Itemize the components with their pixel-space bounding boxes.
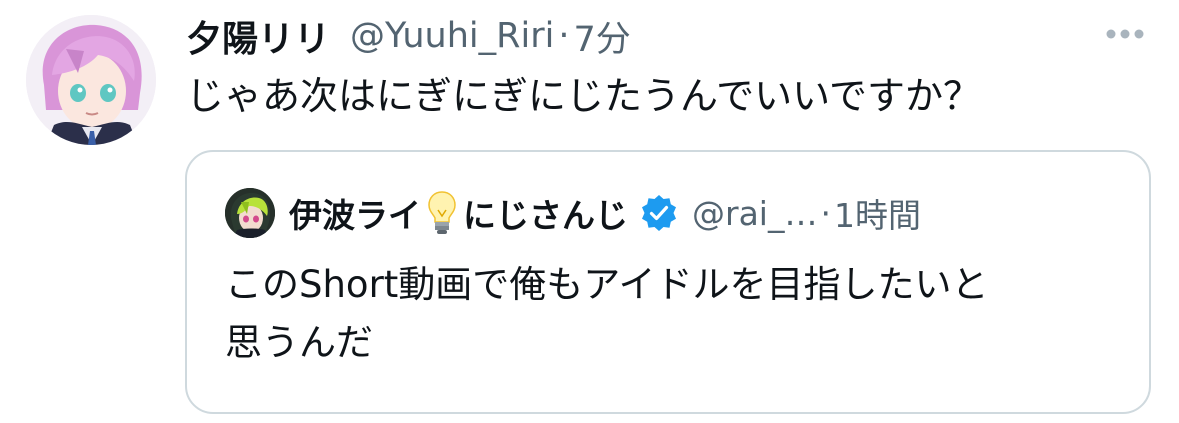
timestamp[interactable]: 7分 <box>573 11 630 62</box>
user-handle[interactable]: @Yuuhi_Riri <box>350 16 554 56</box>
quoted-user-avatar[interactable] <box>225 188 275 238</box>
user-avatar[interactable] <box>26 15 156 145</box>
quoted-separator-dot: · <box>820 193 831 233</box>
quoted-timestamp[interactable]: 1時間 <box>834 189 921 237</box>
avatar-green-hair-icon <box>225 188 275 238</box>
quoted-tweet-header: 伊波ライ にじさんじ @rai_… · 1時間 <box>289 188 921 238</box>
quoted-display-name[interactable]: 伊波ライ <box>289 189 421 237</box>
quoted-display-name-suffix[interactable]: にじさんじ <box>463 189 628 237</box>
quoted-user-handle[interactable]: @rai_… <box>692 194 817 233</box>
verified-badge-icon <box>640 194 678 232</box>
quoted-tweet-text: このShort動画で俺もアイドルを目指したいと 思うんだ <box>225 256 1105 372</box>
display-name[interactable]: 夕陽リリ <box>186 10 330 62</box>
more-horizontal-icon[interactable] <box>1103 26 1147 42</box>
separator-dot: · <box>558 16 570 56</box>
lightbulb-icon <box>427 190 457 236</box>
quoted-text-line: このShort動画で俺もアイドルを目指したいと <box>225 263 989 306</box>
quoted-tweet-card[interactable]: 伊波ライ にじさんじ @rai_… · 1時間 このShort動画で俺もアイドル… <box>185 150 1151 414</box>
tweet-header: 夕陽リリ @Yuuhi_Riri · 7分 <box>186 10 631 62</box>
tweet-text: じゃあ次はにぎにぎにじたうんでいいですか？ <box>186 74 981 118</box>
tweet[interactable]: 夕陽リリ @Yuuhi_Riri · 7分 じゃあ次はにぎにぎにじたうんでいいで… <box>0 0 1179 423</box>
avatar-pink-hair-icon <box>26 15 156 145</box>
quoted-text-line: 思うんだ <box>225 321 373 364</box>
